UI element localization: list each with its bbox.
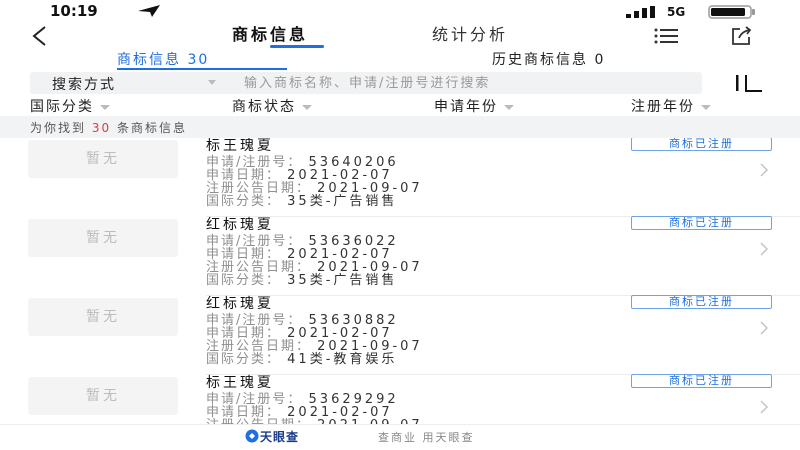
- filter-apply-year[interactable]: 申请年份: [434, 96, 514, 116]
- trademark-thumbnail: 暂无: [28, 140, 178, 178]
- intl-class-line: 国际分类： 41类-教育娱乐: [206, 348, 397, 367]
- sub-tab-history[interactable]: 历史商标信息 0: [492, 49, 605, 69]
- result-count: 30: [91, 121, 112, 135]
- tianyancha-logo-icon: [245, 429, 259, 443]
- sub-tabs: 商标信息 30 历史商标信息 0: [0, 48, 800, 70]
- sub-tab-indicator: [117, 68, 287, 70]
- announce-date-line: 注册公告日期： 2021-09-07: [206, 414, 423, 424]
- trademark-thumbnail: 暂无: [28, 377, 178, 415]
- filter-intl-class[interactable]: 国际分类: [30, 96, 110, 116]
- trademark-list: 暂无 标王瑰夏 商标已注册 申请/注册号： 53640206 申请日期： 202…: [0, 138, 800, 424]
- intl-class-line: 国际分类： 35类-广告销售: [206, 190, 397, 209]
- search-box: 搜索方式: [30, 72, 702, 94]
- voice-input-icon[interactable]: [734, 73, 764, 93]
- intl-class-label: 国际分类：: [206, 352, 282, 367]
- chevron-down-icon: [302, 104, 312, 110]
- status-badge: 商标已注册: [631, 216, 772, 230]
- footer-banner: 天眼查 查商业 用天眼查: [0, 424, 800, 450]
- chevron-down-icon: [701, 104, 711, 110]
- filter-row: 国际分类 商标状态 申请年份 注册年份: [0, 96, 800, 116]
- result-suffix: 条商标信息: [116, 121, 187, 135]
- intl-class-label: 国际分类：: [206, 273, 282, 288]
- chevron-right-icon: [760, 321, 769, 335]
- signal-icon: [626, 6, 655, 18]
- back-icon[interactable]: [28, 24, 50, 48]
- battery-icon: [708, 5, 755, 19]
- sub-tab-current[interactable]: 商标信息 30: [117, 49, 209, 69]
- trademark-item[interactable]: 暂无 标王瑰夏 商标已注册 申请/注册号： 53640206 申请日期： 202…: [0, 138, 800, 217]
- network-label: 5G: [667, 5, 686, 19]
- footer-slogan: 查商业 用天眼查: [378, 431, 475, 444]
- menu-icon[interactable]: [654, 27, 678, 45]
- filter-label: 注册年份: [631, 99, 695, 115]
- status-badge: 商标已注册: [631, 138, 772, 151]
- trademark-thumbnail: 暂无: [28, 219, 178, 257]
- tab-statistics[interactable]: 统计分析: [432, 24, 508, 48]
- search-mode-dropdown[interactable]: 搜索方式: [52, 74, 116, 94]
- intl-class-line: 国际分类： 35类-广告销售: [206, 269, 397, 288]
- status-badge: 商标已注册: [631, 374, 772, 388]
- nav-bar: 商标信息 统计分析: [0, 24, 800, 48]
- chevron-down-icon: [208, 80, 216, 85]
- share-icon[interactable]: [730, 26, 752, 46]
- intl-class-label: 国际分类：: [206, 194, 282, 209]
- intl-class-value: 35类-广告销售: [287, 194, 398, 209]
- filter-label: 商标状态: [232, 99, 296, 115]
- search-row: 搜索方式: [0, 72, 800, 96]
- chevron-right-icon: [760, 400, 769, 414]
- trademark-thumbnail: 暂无: [28, 298, 178, 336]
- chevron-right-icon: [760, 242, 769, 256]
- trademark-item[interactable]: 暂无 红标瑰夏 商标已注册 申请/注册号： 53636022 申请日期： 202…: [0, 216, 800, 296]
- result-prefix: 为你找到: [30, 121, 87, 135]
- chevron-down-icon: [100, 104, 110, 110]
- filter-reg-year[interactable]: 注册年份: [631, 96, 711, 116]
- trademark-item[interactable]: 暂无 红标瑰夏 商标已注册 申请/注册号： 53630882 申请日期： 202…: [0, 295, 800, 375]
- intl-class-value: 35类-广告销售: [287, 273, 398, 288]
- status-time: 10:19: [50, 2, 98, 20]
- result-summary: 为你找到 30 条商标信息: [30, 119, 187, 136]
- search-input[interactable]: [244, 73, 694, 93]
- chevron-down-icon: [504, 104, 514, 110]
- footer-brand: 天眼查: [260, 430, 300, 444]
- trademark-item[interactable]: 暂无 标王瑰夏 商标已注册 申请/注册号： 53629292 申请日期： 202…: [0, 374, 800, 424]
- filter-label: 申请年份: [434, 99, 498, 115]
- filter-status[interactable]: 商标状态: [232, 96, 312, 116]
- location-arrow-icon: [138, 5, 160, 17]
- intl-class-value: 41类-教育娱乐: [287, 352, 398, 367]
- status-bar: 10:19 5G: [0, 0, 800, 24]
- status-badge: 商标已注册: [631, 295, 772, 309]
- filter-label: 国际分类: [30, 99, 94, 115]
- result-summary-bar: 为你找到 30 条商标信息: [0, 116, 800, 138]
- chevron-right-icon: [760, 163, 769, 177]
